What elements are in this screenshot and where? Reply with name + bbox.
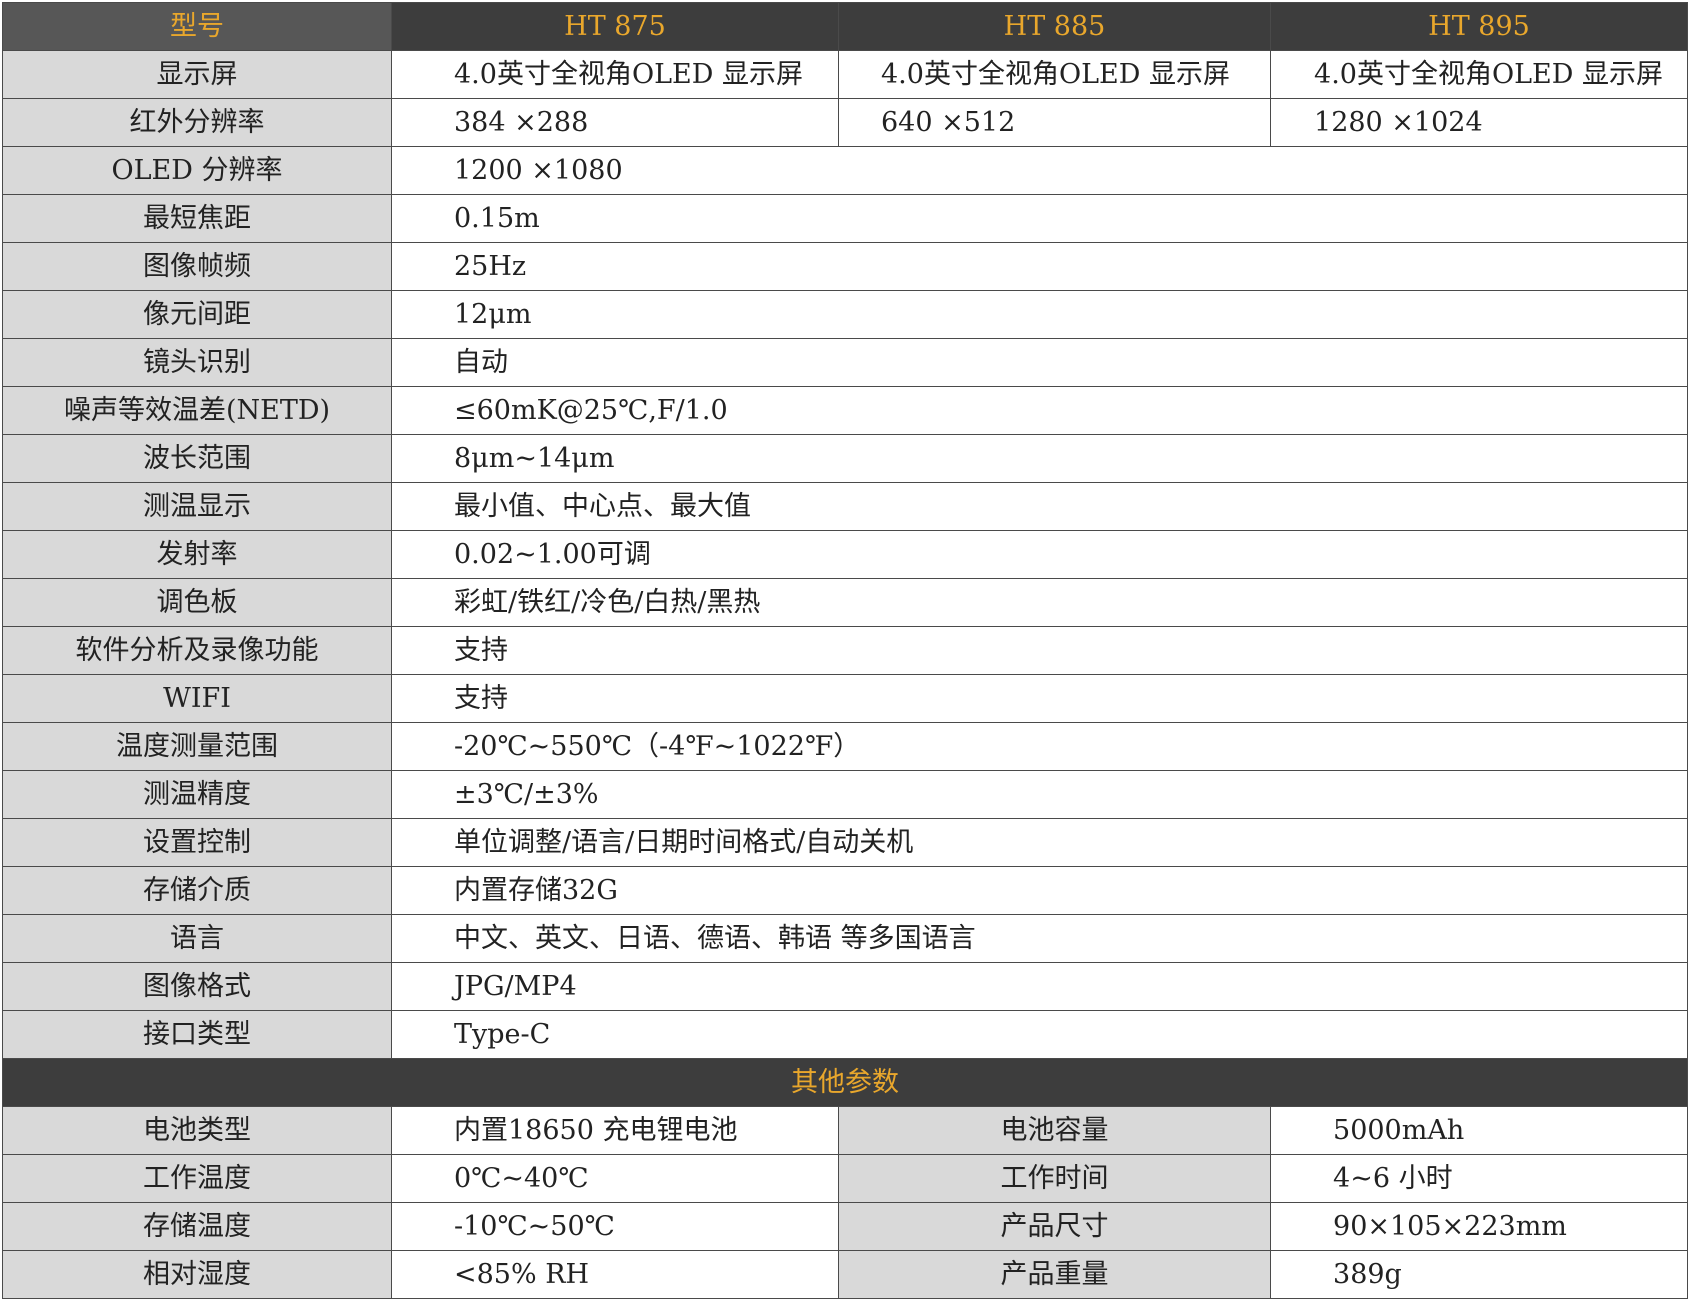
spec-row: OLED 分辨率 1200 ×1080 [2,146,1689,195]
spec-row: WIFI 支持 [2,674,1689,723]
spec-label: OLED 分辨率 [2,146,392,195]
section-header-row: 其他参数 [1,1058,1689,1107]
other-value: <85% RH [391,1250,839,1299]
spec-label: 测温显示 [2,482,392,531]
spec-value: 12μm [390,290,1689,339]
spec-value: 4.0英寸全视角OLED 显示屏 [837,50,1272,99]
spec-label: 噪声等效温差(NETD) [2,386,392,435]
other-label: 电池容量 [837,1106,1272,1155]
other-value: 0℃~40℃ [391,1154,839,1203]
other-row: 工作温度 0℃~40℃ 工作时间 4~6 小时 [2,1154,1689,1203]
spec-label: 接口类型 [2,1010,392,1059]
spec-row: 镜头识别 自动 [2,338,1689,387]
spec-label: 波长范围 [2,434,392,483]
other-row: 存储温度 -10℃~50℃ 产品尺寸 90×105×223mm [2,1202,1689,1251]
spec-value: 0.15m [390,194,1689,243]
spec-value: 640 ×512 [837,98,1272,147]
other-label: 电池类型 [2,1106,392,1155]
spec-value: 单位调整/语言/日期时间格式/自动关机 [390,818,1689,867]
spec-value: 4.0英寸全视角OLED 显示屏 [391,50,839,99]
spec-row: 图像格式 JPG/MP4 [2,962,1689,1011]
spec-row: 测温显示 最小值、中心点、最大值 [2,482,1689,531]
spec-value: 4.0英寸全视角OLED 显示屏 [1270,50,1689,99]
spec-row: 软件分析及录像功能 支持 [2,626,1689,675]
spec-value: ±3℃/±3% [390,770,1689,819]
spec-label: 测温精度 [2,770,392,819]
spec-row: 发射率 0.02~1.00可调 [2,530,1689,579]
spec-value: 384 ×288 [391,98,839,147]
other-value: 389g [1270,1250,1689,1299]
spec-value: 彩虹/铁红/冷色/白热/黑热 [390,578,1689,627]
section-title: 其他参数 [1,1058,1689,1107]
header-row: 型号 HT 875 HT 885 HT 895 [2,2,1689,51]
spec-label: 显示屏 [2,50,392,99]
spec-value: 支持 [390,674,1689,723]
spec-value: 0.02~1.00可调 [390,530,1689,579]
spec-row: 测温精度 ±3℃/±3% [2,770,1689,819]
spec-label: 图像帧频 [2,242,392,291]
other-label: 产品重量 [837,1250,1272,1299]
header-label: 型号 [2,2,392,51]
spec-label: 软件分析及录像功能 [2,626,392,675]
spec-row: 波长范围 8μm~14μm [2,434,1689,483]
spec-label: 镜头识别 [2,338,392,387]
spec-row: 设置控制 单位调整/语言/日期时间格式/自动关机 [2,818,1689,867]
other-label: 产品尺寸 [837,1202,1272,1251]
spec-row: 调色板 彩虹/铁红/冷色/白热/黑热 [2,578,1689,627]
spec-label: WIFI [2,674,392,723]
spec-value: 支持 [390,626,1689,675]
spec-row: 接口类型 Type-C [2,1010,1689,1059]
spec-value: 最小值、中心点、最大值 [390,482,1689,531]
spec-label: 发射率 [2,530,392,579]
spec-value: 1200 ×1080 [390,146,1689,195]
spec-value: -20℃~550℃（-4℉~1022℉） [390,722,1689,771]
spec-table: 型号 HT 875 HT 885 HT 895 显示屏 4.0英寸全视角OLED… [1,2,1689,1299]
spec-label: 最短焦距 [2,194,392,243]
spec-label: 调色板 [2,578,392,627]
other-value: 5000mAh [1270,1106,1689,1155]
spec-value: 1280 ×1024 [1270,98,1689,147]
other-label: 相对湿度 [2,1250,392,1299]
spec-row: 存储介质 内置存储32G [2,866,1689,915]
other-row: 电池类型 内置18650 充电锂电池 电池容量 5000mAh [2,1106,1689,1155]
spec-label: 设置控制 [2,818,392,867]
spec-row: 红外分辨率 384 ×288 640 ×512 1280 ×1024 [2,98,1689,147]
spec-label: 图像格式 [2,962,392,1011]
other-value: 内置18650 充电锂电池 [391,1106,839,1155]
spec-value: Type-C [390,1010,1689,1059]
spec-row: 显示屏 4.0英寸全视角OLED 显示屏 4.0英寸全视角OLED 显示屏 4.… [2,50,1689,99]
spec-value: 8μm~14μm [390,434,1689,483]
spec-label: 红外分辨率 [2,98,392,147]
other-value: -10℃~50℃ [391,1202,839,1251]
model-header: HT 895 [1270,2,1689,51]
spec-row: 噪声等效温差(NETD) ≤60mK@25℃,F/1.0 [2,386,1689,435]
spec-value: JPG/MP4 [390,962,1689,1011]
spec-value: 内置存储32G [390,866,1689,915]
model-header: HT 885 [837,2,1272,51]
spec-row: 图像帧频 25Hz [2,242,1689,291]
other-value: 4~6 小时 [1270,1154,1689,1203]
other-label: 工作温度 [2,1154,392,1203]
spec-row: 语言 中文、英文、日语、德语、韩语 等多国语言 [2,914,1689,963]
other-label: 存储温度 [2,1202,392,1251]
spec-row: 温度测量范围 -20℃~550℃（-4℉~1022℉） [2,722,1689,771]
spec-value: 中文、英文、日语、德语、韩语 等多国语言 [390,914,1689,963]
other-label: 工作时间 [837,1154,1272,1203]
other-value: 90×105×223mm [1270,1202,1689,1251]
spec-label: 像元间距 [2,290,392,339]
spec-label: 温度测量范围 [2,722,392,771]
spec-row: 像元间距 12μm [2,290,1689,339]
spec-value: 25Hz [390,242,1689,291]
spec-value: ≤60mK@25℃,F/1.0 [390,386,1689,435]
spec-row: 最短焦距 0.15m [2,194,1689,243]
spec-label: 存储介质 [2,866,392,915]
model-header: HT 875 [391,2,839,51]
spec-label: 语言 [2,914,392,963]
spec-value: 自动 [390,338,1689,387]
other-row: 相对湿度 <85% RH 产品重量 389g [2,1250,1689,1299]
